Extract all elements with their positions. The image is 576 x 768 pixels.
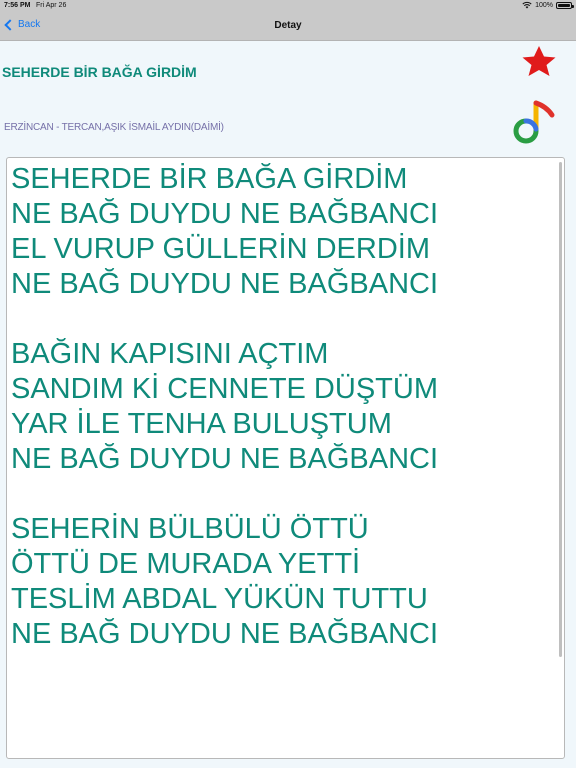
status-date: Fri Apr 26 — [36, 2, 67, 9]
music-note-icon[interactable] — [512, 99, 556, 145]
lyrics-text-area[interactable]: SEHERDE BİR BAĞA GİRDİM NE BAĞ DUYDU NE … — [6, 157, 565, 759]
navigation-bar: Back Detay — [0, 12, 576, 41]
battery-icon — [556, 1, 574, 9]
star-icon[interactable] — [517, 45, 561, 77]
scroll-indicator[interactable] — [559, 162, 562, 657]
status-bar: 7:56 PM Fri Apr 26 100% — [0, 0, 576, 12]
status-right: 100% — [522, 1, 574, 9]
song-info: ERZİNCAN - TERCAN,AŞIK İSMAİL AYDIN(DAİM… — [4, 122, 224, 133]
status-time: 7:56 PM — [4, 2, 31, 9]
detail-content: SEHERDE BİR BAĞA GİRDİM ERZİNCAN - TERCA… — [0, 41, 576, 768]
battery-percent: 100% — [535, 1, 553, 9]
page-title: Detay — [274, 20, 302, 31]
song-title: SEHERDE BİR BAĞA GİRDİM — [2, 64, 197, 80]
lyrics-text: SEHERDE BİR BAĞA GİRDİM NE BAĞ DUYDU NE … — [11, 163, 439, 650]
wifi-icon — [522, 1, 532, 9]
